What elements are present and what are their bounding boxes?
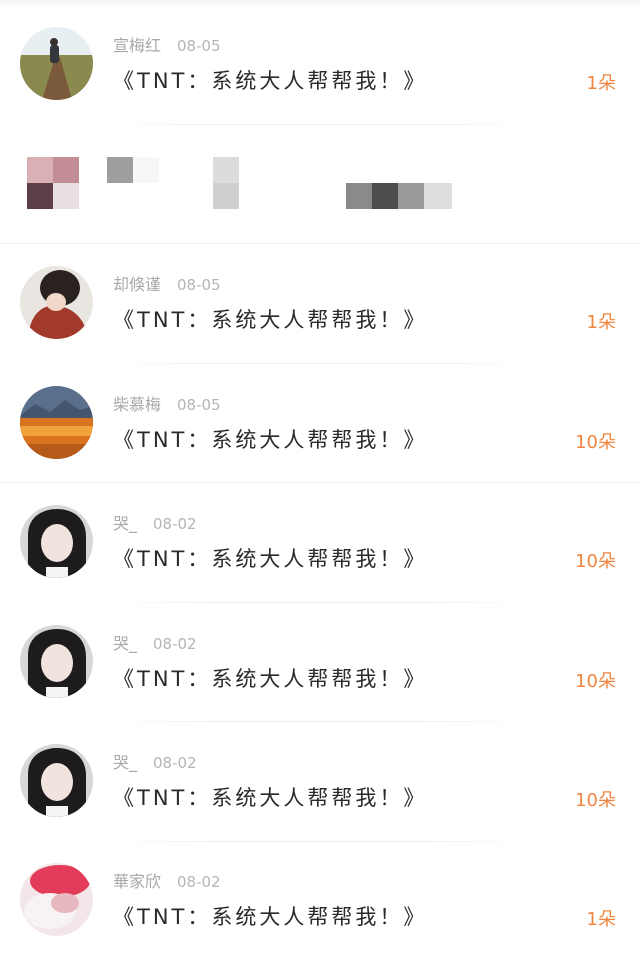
landscape-boardwalk-icon xyxy=(20,27,93,100)
date: 08-05 xyxy=(177,276,221,294)
username[interactable]: 哭_ xyxy=(113,514,137,533)
date: 08-02 xyxy=(153,635,197,653)
divider xyxy=(110,841,530,842)
username[interactable]: 宣梅红 xyxy=(113,36,161,55)
date: 08-05 xyxy=(177,396,221,414)
avatar[interactable] xyxy=(20,266,93,339)
girl-portrait-icon xyxy=(20,625,93,698)
avatar[interactable] xyxy=(20,863,93,936)
gift-list-item[interactable]: 哭_ 08-02 《TNT：系统大人帮帮我！》 10朵 xyxy=(0,625,640,725)
girl-portrait-icon xyxy=(20,744,93,817)
book-title[interactable]: 《TNT：系统大人帮帮我！》 xyxy=(113,543,427,573)
avatar[interactable] xyxy=(20,744,93,817)
gift-list-item[interactable]: 哭_ 08-02 《TNT：系统大人帮帮我！》 10朵 xyxy=(0,505,640,605)
avatar[interactable] xyxy=(20,386,93,459)
date: 08-02 xyxy=(153,754,197,772)
gift-list-item[interactable]: 華家欣 08-02 《TNT：系统大人帮帮我！》 1朵 xyxy=(0,863,640,963)
flower-count: 1朵 xyxy=(586,312,616,333)
book-title[interactable]: 《TNT：系统大人帮帮我！》 xyxy=(113,424,427,454)
username[interactable]: 柴慕梅 xyxy=(113,395,161,414)
divider xyxy=(110,602,530,603)
top-divider xyxy=(0,0,640,8)
book-title[interactable]: 《TNT：系统大人帮帮我！》 xyxy=(113,782,427,812)
girl-portrait-icon xyxy=(20,505,93,578)
gift-list-item[interactable]: 却倏谨 08-05 《TNT：系统大人帮帮我！》 1朵 xyxy=(0,266,640,366)
person-red-sweater-icon xyxy=(20,266,93,339)
book-title[interactable]: 《TNT：系统大人帮帮我！》 xyxy=(113,663,427,693)
book-title[interactable]: 《TNT：系统大人帮帮我！》 xyxy=(113,901,427,931)
flower-count: 1朵 xyxy=(586,909,616,930)
pixelated-banner xyxy=(0,150,640,220)
username[interactable]: 哭_ xyxy=(113,634,137,653)
autumn-forest-icon xyxy=(20,386,93,459)
date: 08-05 xyxy=(177,37,221,55)
divider xyxy=(0,482,640,483)
avatar[interactable] xyxy=(20,505,93,578)
gift-list-item[interactable]: 宣梅红 08-05 《TNT：系统大人帮帮我！》 1朵 xyxy=(0,27,640,127)
gift-list-item[interactable]: 哭_ 08-02 《TNT：系统大人帮帮我！》 10朵 xyxy=(0,744,640,844)
avatar[interactable] xyxy=(20,27,93,100)
flower-count: 10朵 xyxy=(575,432,616,453)
gift-list-item[interactable]: 柴慕梅 08-05 《TNT：系统大人帮帮我！》 10朵 xyxy=(0,386,640,486)
pink-scarf-icon xyxy=(20,863,93,936)
date: 08-02 xyxy=(153,515,197,533)
divider xyxy=(110,124,530,125)
username[interactable]: 却倏谨 xyxy=(113,275,161,294)
username[interactable]: 哭_ xyxy=(113,753,137,772)
divider xyxy=(110,363,530,364)
flower-count: 10朵 xyxy=(575,671,616,692)
flower-count: 1朵 xyxy=(586,73,616,94)
divider xyxy=(0,243,640,244)
divider xyxy=(110,721,530,722)
flower-count: 10朵 xyxy=(575,790,616,811)
flower-count: 10朵 xyxy=(575,551,616,572)
date: 08-02 xyxy=(177,873,221,891)
avatar[interactable] xyxy=(20,625,93,698)
book-title[interactable]: 《TNT：系统大人帮帮我！》 xyxy=(113,65,427,95)
book-title[interactable]: 《TNT：系统大人帮帮我！》 xyxy=(113,304,427,334)
username[interactable]: 華家欣 xyxy=(113,872,161,891)
